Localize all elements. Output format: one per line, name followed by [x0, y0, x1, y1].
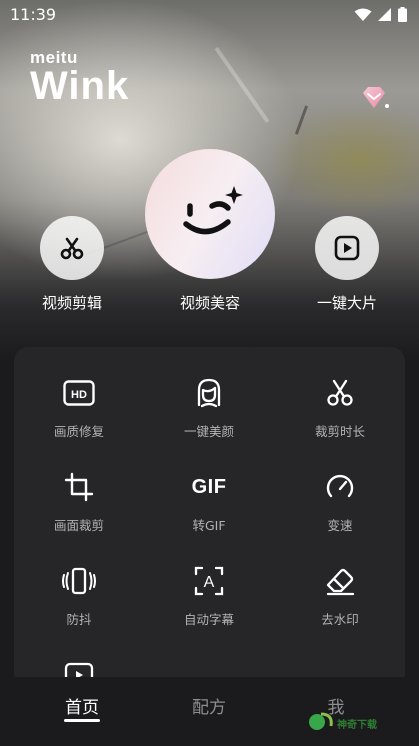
video-beauty-button[interactable]: 视频美容 [144, 149, 276, 313]
tool-label: 画面裁剪 [53, 518, 104, 533]
status-icons [354, 7, 407, 22]
hd-icon: HD [14, 375, 144, 411]
eraser-icon [275, 563, 405, 599]
wink-face-icon [183, 186, 243, 235]
scissors-icon [275, 375, 405, 411]
tool-label: 自动字幕 [183, 612, 234, 627]
tool-trim-duration[interactable]: 裁剪时长 [275, 375, 405, 440]
tool-label: 一键美颜 [183, 424, 234, 439]
background-detail [214, 46, 270, 124]
tool-stabilize[interactable]: 防抖 [14, 563, 144, 628]
tool-auto-subtitle[interactable]: A 自动字幕 [144, 563, 274, 628]
video-edit-circle [40, 216, 104, 280]
tool-quality-repair[interactable]: HD 画质修复 [14, 375, 144, 440]
tool-label: 防抖 [66, 612, 92, 627]
tab-recipes[interactable]: 配方 [169, 693, 249, 718]
tool-frame-crop[interactable]: 画面裁剪 [14, 469, 144, 534]
logo-wink: Wink [30, 64, 130, 108]
tool-to-gif[interactable]: GIF 转GIF [144, 469, 274, 534]
tab-home-indicator [64, 719, 100, 722]
watermark-logo-icon [309, 712, 333, 730]
speedometer-icon [275, 469, 405, 505]
video-edit-label: 视频剪辑 [41, 294, 102, 312]
face-icon [144, 375, 274, 411]
vip-diamond-button[interactable] [358, 82, 390, 114]
battery-icon [398, 7, 407, 22]
one-click-film-button[interactable]: 一键大片 [305, 216, 389, 313]
tool-label: 裁剪时长 [314, 424, 365, 439]
scissors-icon [60, 237, 84, 260]
video-edit-button[interactable]: 视频剪辑 [30, 216, 114, 313]
background-detail [294, 105, 309, 135]
tools-panel: HD 画质修复 一键美颜 裁剪时长 画面裁剪 GIF 转GIF 变速 防抖 A … [14, 347, 405, 687]
wifi-icon [354, 8, 372, 21]
video-beauty-circle [145, 149, 275, 279]
diamond-icon [363, 87, 389, 108]
gif-icon: GIF [191, 475, 227, 498]
tool-label: 画质修复 [53, 424, 104, 439]
stabilize-icon [14, 563, 144, 599]
subtitle-icon: A [144, 563, 274, 599]
tool-label: 转GIF [192, 518, 226, 533]
status-bar: 11:39 [0, 0, 419, 30]
svg-text:A: A [204, 574, 215, 591]
status-time: 11:39 [10, 5, 57, 24]
watermark-text: 神奇下载 [337, 720, 377, 731]
app-logo: meitu Wink [30, 48, 150, 118]
tool-one-click-beauty[interactable]: 一键美颜 [144, 375, 274, 440]
play-icon [334, 235, 360, 261]
one-click-film-label: 一键大片 [316, 294, 377, 312]
crop-icon [14, 469, 144, 505]
tool-label: 去水印 [321, 612, 359, 627]
tool-speed[interactable]: 变速 [275, 469, 405, 534]
tool-label: 变速 [327, 518, 353, 533]
signal-icon [378, 7, 391, 21]
tool-remove-watermark[interactable]: 去水印 [275, 563, 405, 628]
video-beauty-label: 视频美容 [179, 294, 240, 312]
svg-text:HD: HD [71, 389, 87, 401]
tab-home[interactable]: 首页 [42, 693, 122, 718]
one-click-film-circle [315, 216, 379, 280]
watermark: 神奇下载 [301, 692, 413, 742]
